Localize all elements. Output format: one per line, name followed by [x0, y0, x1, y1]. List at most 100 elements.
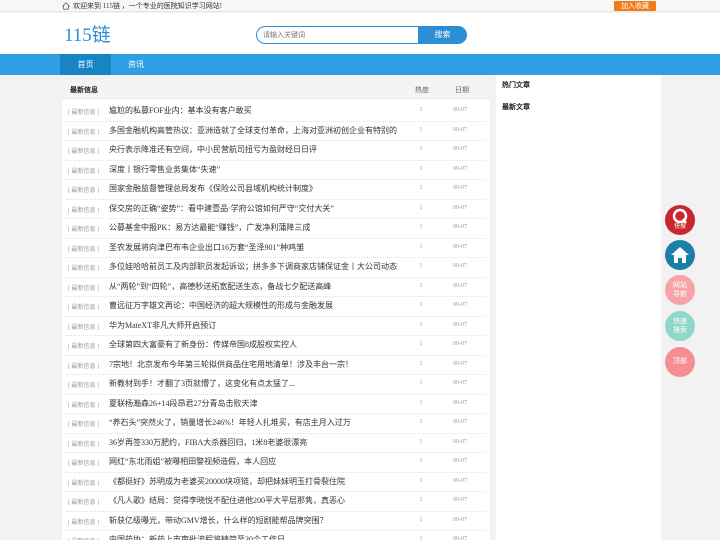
search-icon [672, 208, 688, 224]
news-row: [ 最新信息 ] 从“两轮”到“四轮”，高德秒送拓宽配送生态，备战七夕配送高峰 1 0… [66, 278, 486, 297]
news-date: 09-07 [453, 497, 467, 503]
news-category[interactable]: [ 最新信息 ] [68, 244, 99, 253]
news-row: [ 最新信息 ] 尴尬的私募FOF业内：基本没有客户敢买 1 09-07 [66, 102, 486, 122]
news-date: 09-07 [453, 321, 467, 328]
news-category[interactable]: [ 最新信息 ] [68, 439, 99, 448]
news-heat: 1 [419, 380, 423, 386]
news-row: [ 最新信息 ] 多国金融机构高管热议：亚洲造就了全球支付革命，上海对亚洲初创企业… [66, 122, 486, 141]
news-date: 09-07 [453, 419, 467, 425]
news-title-link[interactable]: 多位娃哈哈前员工及内部职员发起诉讼；拼多多下调商家店铺保证金丨大公司动态 [109, 261, 397, 272]
news-title-link[interactable]: 《都挺好》苏明成为老婆买20000块项链，却把妹妹明玉打骨裂住院 [109, 476, 345, 487]
news-heat: 1 [419, 146, 423, 152]
news-category[interactable]: [ 最新信息 ] [68, 497, 99, 506]
news-category[interactable]: [ 最新信息 ] [68, 146, 99, 155]
news-date: 09-07 [453, 126, 467, 133]
news-row: [ 最新信息 ] 华为MateXT非凡大师开启预订 1 09-07 [66, 317, 486, 336]
news-row: [ 最新信息 ] 圣农发展将向津巴布韦企业出口16万套“圣泽901”种鸡雏 1 09-… [66, 239, 486, 258]
news-title-link[interactable]: 圣农发展将向津巴布韦企业出口16万套“圣泽901”种鸡雏 [109, 242, 304, 253]
column-heat: 热度 [415, 86, 429, 94]
home-icon [62, 2, 70, 10]
fast-search-label-2: 搜索 [673, 327, 687, 334]
news-category[interactable]: [ 最新信息 ] [68, 419, 99, 428]
news-title-link[interactable]: 保交房的正确“姿势”：看中建壹品·学府公馆如何严守“交付大关” [109, 203, 334, 214]
news-category[interactable]: [ 最新信息 ] [68, 380, 99, 389]
news-category[interactable]: [ 最新信息 ] [68, 517, 99, 526]
news-date: 09-07 [453, 165, 467, 172]
news-title-link[interactable]: 从“两轮”到“四轮”，高德秒送拓宽配送生态，备战七夕配送高峰 [109, 281, 331, 292]
news-category[interactable]: [ 最新信息 ] [68, 224, 99, 233]
home-icon [671, 247, 689, 263]
nav-item-news[interactable]: 资讯 [112, 54, 160, 75]
news-title-link[interactable]: 网红“东北雨姐”被曝相田警视频造假，本人回应 [109, 456, 276, 467]
news-row: [ 最新信息 ] 7宗地！北京发布今年第三轮拟供商品住宅用地清单！涉及丰台一宗！ 1… [66, 356, 486, 375]
news-title-link[interactable]: 36岁再签330万肥约，FIBA大杀器回归，1米8老婆很漂亮 [109, 437, 307, 448]
news-category[interactable]: [ 最新信息 ] [68, 302, 99, 311]
news-category[interactable]: [ 最新信息 ] [68, 322, 99, 331]
news-date: 09-07 [453, 282, 467, 289]
news-title-link[interactable]: 尴尬的私募FOF业内：基本没有客户敢买 [109, 105, 252, 116]
news-heat: 1 [419, 516, 423, 523]
news-category[interactable]: [ 最新信息 ] [68, 400, 99, 409]
news-row: [ 最新信息 ] 深度丨银行零售业务集体“失速” 1 09-07 [66, 161, 486, 180]
news-category[interactable]: [ 最新信息 ] [68, 341, 99, 350]
news-title-link[interactable]: 7宗地！北京发布今年第三轮拟供商品住宅用地清单！涉及丰台一宗！ [109, 359, 353, 370]
news-title-link[interactable]: 公募基金中报PK：易方达最能“赚钱”，广发净利蒲降三成 [109, 222, 310, 233]
news-category[interactable]: [ 最新信息 ] [68, 166, 99, 175]
news-date: 09-07 [453, 341, 467, 347]
news-category[interactable]: [ 最新信息 ] [68, 107, 99, 116]
news-category[interactable]: [ 最新信息 ] [68, 536, 99, 540]
news-title-link[interactable]: 深度丨银行零售业务集体“失速” [109, 164, 220, 175]
news-row: [ 最新信息 ] 国家金融监督管理总局发布《保险公司县域机构统计制度》 1 09-07 [66, 180, 486, 200]
news-title-link[interactable]: 华为MateXT非凡大师开启预订 [109, 320, 216, 331]
news-heat: 1 [419, 185, 423, 191]
news-category[interactable]: [ 最新信息 ] [68, 283, 99, 292]
news-title-link[interactable]: 夏联杨瀚森26+14段昂君27分青岛击败天津 [109, 398, 258, 409]
news-title-link[interactable]: 中国药协：新药上市审批流程将精简至30个工作日 [109, 534, 285, 540]
panel-header: 最新信息 热度 日期 [62, 79, 490, 99]
news-date: 09-07 [453, 302, 467, 308]
news-title-link[interactable]: “养石头”突然火了，销量增长246%！年轻人扎堆买，有店主月入过万 [109, 417, 351, 428]
site-logo[interactable]: 115链 [64, 20, 111, 47]
news-category[interactable]: [ 最新信息 ] [68, 185, 99, 194]
add-favorite-button[interactable]: 加入收藏 [614, 1, 656, 11]
search-input[interactable] [256, 26, 418, 44]
news-row: [ 最新信息 ] 斩获亿级曝光，带动GMV增长，什么样的短剧能帮品牌突围？ 1 09-… [66, 512, 486, 531]
quick-search-float-button[interactable]: 快搜 [665, 205, 695, 235]
news-row: [ 最新信息 ] 夏联杨瀚森26+14段昂君27分青岛击败天津 1 09-07 [66, 395, 486, 414]
news-category[interactable]: [ 最新信息 ] [68, 361, 99, 370]
news-date: 09-07 [453, 438, 467, 445]
home-float-button[interactable] [665, 240, 695, 270]
news-date: 09-07 [453, 263, 467, 269]
news-date: 09-07 [453, 360, 467, 367]
news-date: 09-07 [453, 146, 467, 152]
back-to-top-button[interactable]: 顶部 [665, 347, 695, 377]
nav-item-home[interactable]: 首页 [60, 54, 111, 75]
news-category[interactable]: [ 最新信息 ] [68, 127, 99, 136]
search-button[interactable]: 搜索 [418, 26, 467, 44]
news-title-link[interactable]: 曹远征万字雄文再论：中国经济的超大规模性的形成与金融发展 [109, 300, 333, 311]
news-title-link[interactable]: 多国金融机构高管热议：亚洲造就了全球支付革命，上海对亚洲初创企业有特别的 [109, 125, 397, 136]
news-heat: 1 [419, 107, 423, 113]
news-category[interactable]: [ 最新信息 ] [68, 263, 99, 272]
news-date: 09-07 [453, 204, 467, 211]
news-title-link[interactable]: 央行表示降准还有空间，中小民营航司扭亏为盈财经日日评 [109, 144, 317, 155]
news-title-link[interactable]: 全球第四大富豪有了新身份：传媒帝国8成股权实控人 [109, 339, 297, 350]
news-title-link[interactable]: 斩获亿级曝光，带动GMV增长，什么样的短剧能帮品牌突围？ [109, 515, 328, 526]
news-heat: 1 [419, 321, 423, 328]
news-title-link[interactable]: 《凡人歌》结局：觉得李晓悦不配住进他200平大平层那隽，真恶心 [109, 495, 345, 506]
news-title-link[interactable]: 国家金融监督管理总局发布《保险公司县域机构统计制度》 [109, 183, 317, 194]
news-heat: 1 [419, 360, 423, 367]
news-date: 09-07 [453, 516, 467, 523]
site-nav-float-button[interactable]: 网站 导航 [665, 275, 695, 305]
news-category[interactable]: [ 最新信息 ] [68, 478, 99, 487]
news-row: [ 最新信息 ] 中国药协：新药上市审批流程将精简至30个工作日 1 09-07 [66, 531, 486, 540]
news-row: [ 最新信息 ] “养石头”突然火了，销量增长246%！年轻人扎堆买，有店主月入过… [66, 414, 486, 434]
column-date: 日期 [455, 86, 469, 94]
news-title-link[interactable]: 新教材到手！才翻了3页就懵了，这变化有点太猛了... [109, 378, 295, 389]
news-heat: 1 [419, 497, 423, 503]
fast-search-float-button[interactable]: 快速 搜索 [665, 311, 695, 341]
news-category[interactable]: [ 最新信息 ] [68, 205, 99, 214]
news-heat: 1 [419, 419, 423, 425]
welcome-text: 欢迎来到 115链 ，一个专业的医院知识学习网站! [73, 2, 223, 10]
news-category[interactable]: [ 最新信息 ] [68, 458, 99, 467]
